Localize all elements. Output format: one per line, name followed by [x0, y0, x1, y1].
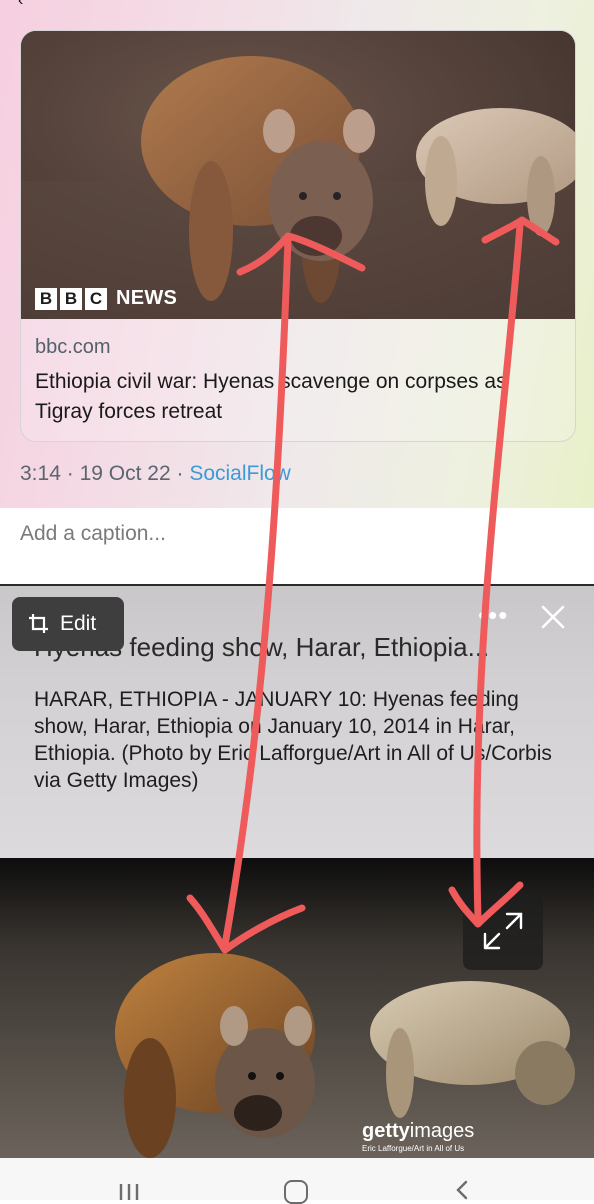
caption-input[interactable]: Add a caption...: [20, 522, 166, 546]
getty-watermark: gettyimages Eric Lafforgue/Art in All of…: [362, 1120, 474, 1153]
meta-separator: ·: [66, 462, 74, 485]
bbc-news-logo: B B C NEWS: [35, 287, 177, 310]
logo-word: NEWS: [116, 287, 178, 309]
meta-separator: ·: [176, 462, 184, 485]
more-icon[interactable]: •••: [478, 600, 508, 631]
crop-icon: [29, 614, 48, 633]
expand-button[interactable]: [463, 892, 543, 970]
logo-letter: C: [85, 287, 107, 310]
logo-letter: B: [35, 287, 57, 310]
home-icon[interactable]: [284, 1180, 308, 1204]
watermark-brand-bold: getty: [362, 1120, 410, 1142]
tweet-date: 19 Oct 22: [79, 462, 171, 485]
close-icon[interactable]: [536, 600, 570, 634]
back-glyph[interactable]: ‹: [18, 0, 23, 10]
recents-icon[interactable]: [118, 1180, 140, 1200]
card-domain: bbc.com: [35, 336, 111, 358]
watermark-credit: Eric Lafforgue/Art in All of Us: [362, 1144, 465, 1153]
hyena-photo-top: [21, 31, 575, 319]
tweet-time: 3:14: [20, 462, 61, 485]
back-icon[interactable]: [452, 1178, 472, 1200]
tweet-source-link[interactable]: SocialFlow: [189, 462, 291, 485]
card-photo: B B C NEWS: [21, 31, 575, 319]
image-description: HARAR, ETHIOPIA - JANUARY 10: Hyenas fee…: [34, 688, 552, 792]
tweet-meta: 3:14 · 19 Oct 22 · SocialFlow: [20, 462, 291, 486]
link-card[interactable]: B B C NEWS bbc.com Ethiopia civil war: H…: [20, 30, 576, 442]
watermark-brand-light: images: [409, 1120, 475, 1142]
edit-label: Edit: [60, 612, 97, 635]
card-title: Ethiopia civil war: Hyenas scavenge on c…: [35, 370, 507, 423]
expand-icon: [483, 912, 523, 950]
logo-letter: B: [60, 287, 82, 310]
tweet-area: ‹ B B C NEWS bbc.com Ethiopia civil war:…: [0, 0, 594, 508]
edit-button[interactable]: Edit: [12, 597, 124, 651]
